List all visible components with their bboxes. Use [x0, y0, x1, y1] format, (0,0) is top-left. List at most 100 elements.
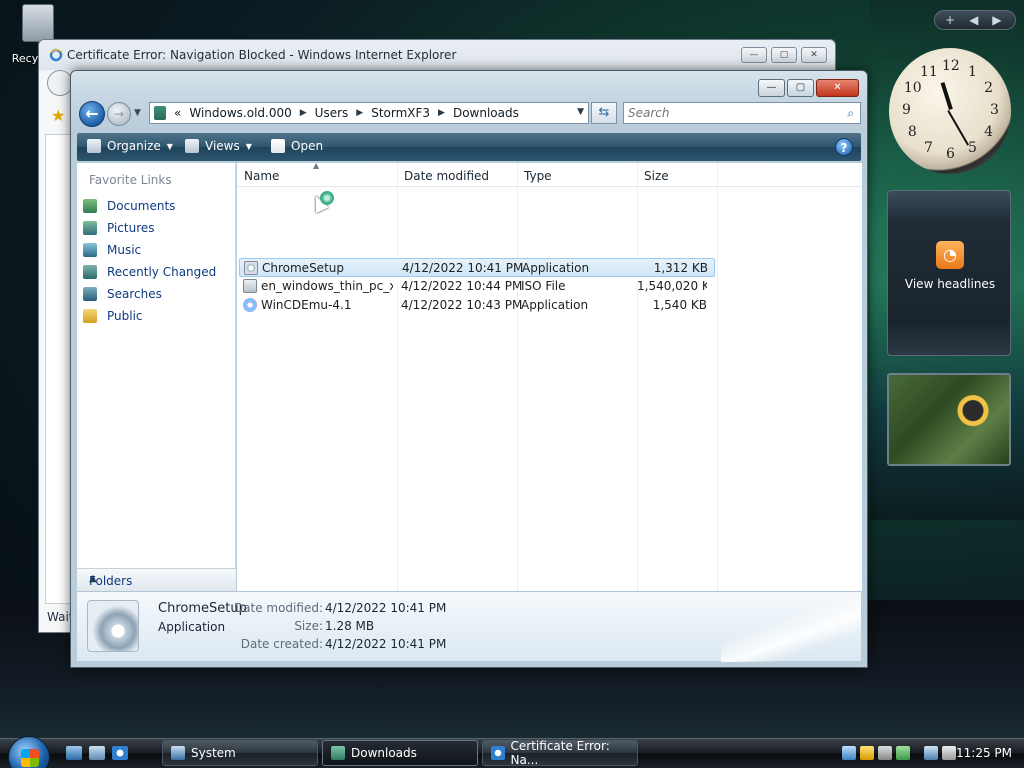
explorer-window[interactable]: — ▢ ✕ ← → ▼ « Windows.old.000 ▶ Users ▶ … — [70, 70, 868, 668]
back-button[interactable]: ← — [79, 101, 105, 127]
details-date-modified: 4/12/2022 10:41 PM — [325, 601, 447, 615]
file-name: WinCDEmu-4.1 — [261, 298, 352, 312]
nav-item-searches[interactable]: Searches — [83, 283, 216, 305]
system-tray: 11:25 PM — [838, 740, 1020, 766]
breadcrumb-chevron-icon[interactable]: ▶ — [300, 108, 307, 118]
tray-volume-muted-icon[interactable] — [942, 746, 956, 760]
tray-security-shield-icon[interactable] — [860, 746, 874, 760]
search-box[interactable]: ⌕ — [623, 102, 861, 124]
previous-icon[interactable]: ◀ — [969, 13, 978, 27]
file-name: ChromeSetup — [262, 261, 344, 275]
column-divider[interactable] — [637, 163, 638, 591]
ie-minimize-button[interactable]: — — [741, 47, 767, 63]
decorative-swoosh — [721, 592, 861, 662]
address-dropdown-chevron-down-icon[interactable]: ▼ — [577, 107, 584, 117]
busy-spinner-icon — [320, 191, 334, 205]
organize-button[interactable]: Organize ▼ — [87, 139, 173, 153]
details-date-created: 4/12/2022 10:41 PM — [325, 637, 447, 651]
switch-windows-icon[interactable] — [89, 746, 105, 760]
breadcrumb-users[interactable]: Users — [315, 106, 349, 120]
nav-item-label: Public — [107, 309, 143, 323]
breadcrumb-chevron-icon[interactable]: ▶ — [438, 108, 445, 118]
setup-program-icon — [87, 600, 139, 652]
folders-toggle[interactable]: Folders ▲ — [77, 568, 236, 592]
add-gadget-icon[interactable]: + — [945, 13, 955, 27]
breadcrumb-stormxf3[interactable]: StormXF3 — [371, 106, 430, 120]
maximize-button[interactable]: ▢ — [787, 79, 814, 97]
column-divider[interactable] — [717, 163, 718, 591]
column-header-type[interactable]: Type — [524, 169, 552, 183]
breadcrumb-windows-old[interactable]: Windows.old.000 — [189, 106, 291, 120]
tray-network-icon[interactable] — [842, 746, 856, 760]
open-icon — [271, 139, 285, 153]
help-icon[interactable]: ? — [835, 138, 853, 156]
views-button[interactable]: Views ▼ — [185, 139, 252, 153]
system-icon — [171, 746, 185, 760]
rss-feed-icon: ◔ — [936, 241, 964, 269]
column-headers: ▲ Name Date modified Type Size — [237, 161, 862, 187]
organize-chevron-down-icon: ▼ — [166, 141, 173, 151]
file-row[interactable]: ChromeSetup 4/12/2022 10:41 PM Applicati… — [239, 258, 715, 277]
file-type: Application — [521, 298, 589, 312]
file-list[interactable]: ▲ Name Date modified Type Size ChromeSet… — [237, 161, 862, 591]
show-desktop-icon[interactable] — [66, 746, 82, 760]
breadcrumb-overflow[interactable]: « — [174, 106, 181, 120]
favorite-links-list: Documents Pictures Music Recently Change… — [83, 195, 216, 327]
nav-item-pictures[interactable]: Pictures — [83, 217, 216, 239]
column-header-name[interactable]: Name — [244, 169, 279, 183]
windows-logo-icon — [21, 749, 39, 767]
file-row[interactable]: WinCDEmu-4.1 4/12/2022 10:43 PM Applicat… — [239, 296, 715, 315]
ie-maximize-button[interactable]: ▢ — [771, 47, 797, 63]
column-header-size[interactable]: Size — [644, 169, 669, 183]
close-button[interactable]: ✕ — [816, 79, 859, 97]
ie-logo-icon — [49, 48, 63, 62]
nav-item-recently-changed[interactable]: Recently Changed — [83, 261, 216, 283]
tray-app-icon[interactable] — [896, 746, 910, 760]
breadcrumb-downloads[interactable]: Downloads — [453, 106, 519, 120]
sidebar-controls[interactable]: + ◀ ▶ — [934, 10, 1016, 30]
public-folder-icon — [83, 309, 97, 323]
search-input[interactable] — [624, 103, 824, 123]
column-divider[interactable] — [397, 163, 398, 591]
address-bar[interactable]: « Windows.old.000 ▶ Users ▶ StormXF3 ▶ D… — [149, 102, 589, 124]
command-toolbar: Organize ▼ Views ▼ Open ? — [77, 133, 861, 161]
taskbar-button-ie[interactable]: Certificate Error: Na... — [482, 739, 638, 767]
disc-app-icon — [243, 298, 257, 312]
breadcrumb-chevron-icon[interactable]: ▶ — [356, 108, 363, 118]
explorer-window-controls: — ▢ ✕ — [758, 79, 859, 97]
minimize-button[interactable]: — — [758, 79, 785, 97]
nav-item-label: Music — [107, 243, 142, 257]
file-row[interactable]: en_windows_thin_pc_x... 4/12/2022 10:44 … — [239, 277, 715, 296]
forward-button[interactable]: → — [107, 102, 131, 126]
nav-item-music[interactable]: Music — [83, 239, 216, 261]
feed-headlines-gadget[interactable]: ◔ View headlines — [887, 190, 1011, 356]
search-icon[interactable]: ⌕ — [847, 106, 854, 121]
tray-app-icon[interactable] — [878, 746, 892, 760]
internet-explorer-icon[interactable] — [112, 746, 128, 760]
nav-item-documents[interactable]: Documents — [83, 195, 216, 217]
view-headlines-label: View headlines — [904, 277, 996, 291]
slideshow-gadget-toucan-photo[interactable] — [887, 373, 1011, 466]
taskbar-button-downloads[interactable]: Downloads — [322, 740, 478, 766]
file-type: Application — [522, 261, 590, 275]
nav-item-label: Pictures — [107, 221, 155, 235]
clock-numeral: 11 — [920, 63, 938, 80]
nav-item-public[interactable]: Public — [83, 305, 216, 327]
ie-close-button[interactable]: ✕ — [801, 47, 827, 63]
ie-favorites-star-icon[interactable]: ★ — [51, 106, 65, 125]
views-chevron-down-icon: ▼ — [245, 141, 252, 151]
ie-page-area — [45, 134, 71, 604]
recent-pages-chevron-down-icon[interactable]: ▼ — [134, 108, 141, 118]
column-divider[interactable] — [517, 163, 518, 591]
taskbar-button-system[interactable]: System — [162, 740, 318, 766]
file-date: 4/12/2022 10:41 PM — [402, 261, 524, 275]
address-folder-icon — [154, 106, 166, 120]
refresh-button[interactable]: ⇆ — [591, 102, 617, 124]
clock-numeral: 4 — [984, 124, 994, 140]
tray-monitor-icon[interactable] — [924, 746, 938, 760]
tray-clock[interactable]: 11:25 PM — [956, 746, 1012, 760]
clock-gadget[interactable]: 12 1 2 3 4 5 6 7 8 9 10 11 — [889, 48, 1011, 174]
open-button[interactable]: Open — [271, 139, 323, 153]
column-header-date-modified[interactable]: Date modified — [404, 169, 489, 183]
next-icon[interactable]: ▶ — [992, 13, 1001, 27]
